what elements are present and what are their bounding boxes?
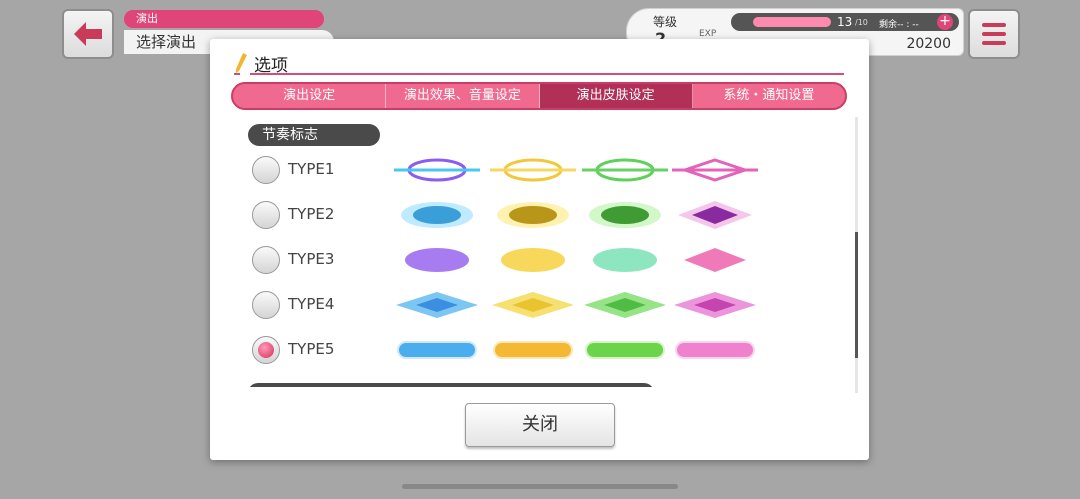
breadcrumb-parent: 演出 bbox=[124, 10, 324, 28]
tab-skin-settings[interactable]: 演出皮肤设定 bbox=[539, 84, 693, 108]
options-modal: 选项 演出设定 演出效果、音量设定 演出皮肤设定 系统・通知设置 节奏标志 TY… bbox=[210, 39, 869, 460]
type-label: TYPE2 bbox=[288, 205, 335, 223]
type-option-row[interactable]: TYPE1 bbox=[252, 150, 852, 190]
tab-effects-volume[interactable]: 演出效果、音量设定 bbox=[386, 84, 540, 108]
back-arrow-icon bbox=[74, 22, 102, 46]
recovery-timer: 剩余-- : -- bbox=[879, 20, 919, 30]
title-underline bbox=[250, 73, 844, 75]
type-option-row[interactable]: TYPE2 bbox=[252, 195, 852, 235]
close-button[interactable]: 关闭 bbox=[465, 403, 615, 447]
coin-count: 20200 bbox=[906, 36, 951, 52]
back-button[interactable] bbox=[62, 9, 114, 59]
exp-label: EXP bbox=[699, 29, 717, 39]
scrollbar-thumb[interactable] bbox=[855, 232, 858, 358]
menu-icon bbox=[982, 23, 1006, 27]
note-preview-blue bbox=[394, 158, 480, 182]
note-preview-green bbox=[589, 202, 661, 228]
note-preview-pink bbox=[678, 201, 752, 229]
next-section-header bbox=[248, 383, 654, 387]
home-indicator[interactable] bbox=[402, 484, 678, 489]
scrollbar[interactable] bbox=[855, 117, 858, 393]
type-option-row[interactable]: TYPE4 bbox=[252, 285, 852, 325]
radio-type3[interactable] bbox=[252, 246, 280, 274]
note-preview-green bbox=[585, 341, 665, 359]
note-preview-blue bbox=[397, 341, 477, 359]
note-preview-green bbox=[582, 158, 668, 182]
note-preview-pink bbox=[674, 292, 756, 318]
menu-button[interactable] bbox=[968, 9, 1020, 59]
note-preview-pink bbox=[684, 248, 746, 272]
note-preview-blue bbox=[396, 292, 478, 318]
note-preview-green bbox=[584, 292, 666, 318]
note-preview-yellow bbox=[493, 341, 573, 359]
section-label-note-marker: 节奏标志 bbox=[248, 124, 380, 146]
type-option-row[interactable]: TYPE3 bbox=[252, 240, 852, 280]
radio-type1[interactable] bbox=[252, 156, 280, 184]
type-label: TYPE5 bbox=[288, 340, 335, 358]
live-points-value: 13 bbox=[837, 15, 853, 29]
note-preview-pink bbox=[672, 158, 758, 182]
radio-type2[interactable] bbox=[252, 201, 280, 229]
note-preview-green bbox=[593, 248, 657, 272]
options-scroll-area[interactable]: 节奏标志 TYPE1 TYPE2 TYPE3 TYPE4 TYPE5 bbox=[234, 117, 860, 387]
live-points-max: /10 bbox=[855, 18, 868, 27]
level-label: 等级 bbox=[653, 15, 678, 29]
note-preview-yellow bbox=[492, 292, 574, 318]
tab-system-notifications[interactable]: 系统・通知设置 bbox=[693, 84, 845, 108]
note-preview-pink bbox=[675, 341, 755, 359]
note-preview-yellow bbox=[497, 202, 569, 228]
options-tabs: 演出设定 演出效果、音量设定 演出皮肤设定 系统・通知设置 bbox=[231, 82, 847, 110]
type-option-row[interactable]: TYPE5 bbox=[252, 330, 852, 370]
live-points-fill bbox=[753, 17, 831, 27]
radio-type4[interactable] bbox=[252, 291, 280, 319]
note-preview-blue bbox=[405, 248, 469, 272]
tab-performance-settings[interactable]: 演出设定 bbox=[233, 84, 387, 108]
pencil-icon bbox=[234, 53, 247, 75]
type-label: TYPE3 bbox=[288, 250, 335, 268]
radio-type5[interactable] bbox=[252, 336, 280, 364]
add-live-points-icon[interactable]: + bbox=[937, 14, 953, 30]
note-preview-yellow bbox=[490, 158, 576, 182]
note-preview-blue bbox=[401, 202, 473, 228]
note-preview-yellow bbox=[501, 248, 565, 272]
type-label: TYPE4 bbox=[288, 295, 335, 313]
live-points-bar: 13 /10 剩余-- : -- + bbox=[731, 13, 959, 31]
type-label: TYPE1 bbox=[288, 160, 335, 178]
